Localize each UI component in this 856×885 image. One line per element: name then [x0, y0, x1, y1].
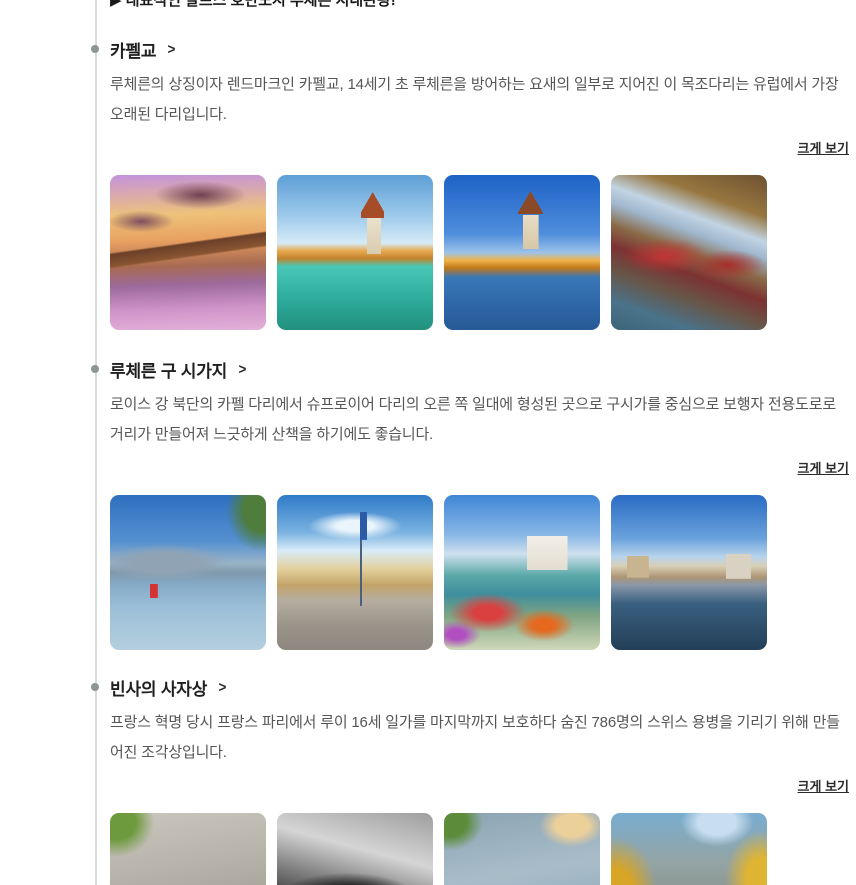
link-row: 크게 보기 — [110, 776, 849, 793]
chevron-right-icon: > — [239, 361, 247, 378]
itinerary-page: ▶ 대표적인 알프스 호반도시 루체른 시내관광! 카펠교 > 루체른의 상징이… — [0, 0, 856, 885]
poi-title-row[interactable]: 루체른 구 시가지 > — [110, 358, 849, 380]
photo-row — [110, 813, 849, 885]
poi-title-row[interactable]: 카펠교 > — [110, 38, 849, 60]
itinerary-heading: ▶ 대표적인 알프스 호반도시 루체른 시내관광! — [110, 0, 396, 10]
photo-lion-monument-autumn[interactable] — [611, 813, 767, 885]
photo-kapellbruecke-flower-walkway[interactable] — [611, 175, 767, 330]
poi-description: 루체른의 상징이자 렌드마크인 카펠교, 14세기 초 루체른을 방어하는 요새… — [110, 70, 849, 130]
timeline-dot — [91, 365, 99, 373]
poi-title: 빈사의 사자상 — [110, 675, 207, 700]
photo-lion-monument-rock[interactable] — [110, 813, 266, 885]
photo-kapellbruecke-teal-water[interactable] — [277, 175, 433, 330]
link-row: 크게 보기 — [110, 458, 849, 475]
poi-description: 로이스 강 북단의 카펠 다리에서 슈프로이어 다리의 오른 쪽 일대에 형성된… — [110, 390, 849, 450]
poi-section-lion-monument: 빈사의 사자상 > 프랑스 혁명 당시 프랑스 파리에서 루이 16세 일가를 … — [110, 676, 849, 885]
itinerary-content: 카펠교 > 루체른의 상징이자 렌드마크인 카펠교, 14세기 초 루체른을 방… — [0, 38, 856, 885]
timeline-dot — [91, 683, 99, 691]
photo-row — [110, 495, 849, 650]
photo-lion-monument-blue-rock[interactable] — [444, 813, 600, 885]
chevron-right-icon: > — [168, 41, 176, 58]
link-row: 크게 보기 — [110, 138, 849, 155]
photo-lion-monument-bw-closeup[interactable] — [277, 813, 433, 885]
poi-title: 카펠교 — [110, 37, 156, 62]
chevron-right-icon: > — [219, 679, 227, 696]
view-larger-link[interactable]: 크게 보기 — [798, 141, 849, 156]
photo-riverside-buildings[interactable] — [611, 495, 767, 650]
photo-lake-lucerne-pilatus[interactable] — [110, 495, 266, 650]
poi-section-kapellbruecke: 카펠교 > 루체른의 상징이자 렌드마크인 카펠교, 14세기 초 루체른을 방… — [110, 38, 849, 330]
poi-description: 프랑스 혁명 당시 프랑스 파리에서 루이 16세 일가를 마지막까지 보호하다… — [110, 708, 849, 768]
photo-row — [110, 175, 849, 330]
poi-title-row[interactable]: 빈사의 사자상 > — [110, 676, 849, 698]
view-larger-link[interactable]: 크게 보기 — [798, 779, 849, 794]
poi-section-old-town: 루체른 구 시가지 > 로이스 강 북단의 카펠 다리에서 슈프로이어 다리의 … — [110, 358, 849, 650]
photo-kapellbruecke-blue-sky[interactable] — [444, 175, 600, 330]
timeline-dot — [91, 45, 99, 53]
photo-jesuit-church-flowers[interactable] — [444, 495, 600, 650]
photo-old-town-square[interactable] — [277, 495, 433, 650]
photo-kapellbruecke-sunset[interactable] — [110, 175, 266, 330]
poi-title: 루체른 구 시가지 — [110, 357, 227, 382]
view-larger-link[interactable]: 크게 보기 — [798, 461, 849, 476]
